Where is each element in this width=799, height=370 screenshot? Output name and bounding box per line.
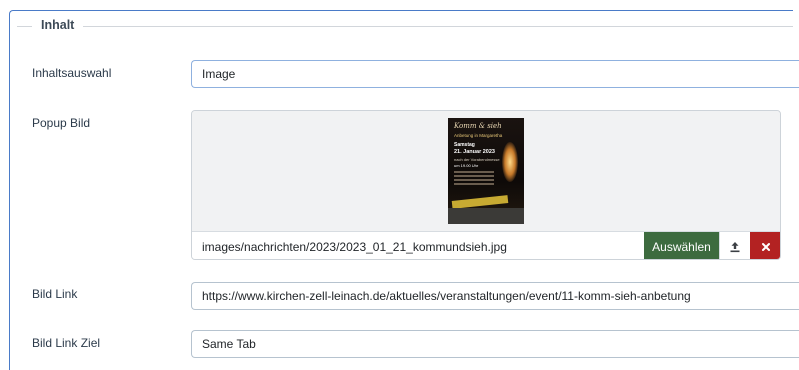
image-preview: Komm & sieh Anbetung in Margaretha Samst… — [448, 118, 524, 224]
image-path-input[interactable]: images/nachrichten/2023/2023_01_21_kommu… — [202, 240, 507, 254]
image-link-target-select[interactable]: Same Tab — [191, 330, 799, 358]
popup-image-field: Komm & sieh Anbetung in Margaretha Samst… — [191, 110, 781, 260]
clear-image-button[interactable] — [750, 232, 780, 259]
upload-button[interactable] — [719, 232, 750, 259]
popup-image-label: Popup Bild — [32, 116, 91, 130]
poster-time: um 19.00 Uhr — [454, 163, 479, 168]
poster-day: Samstag — [454, 142, 475, 148]
content-selection-label: Inhaltsauswahl — [32, 66, 112, 80]
image-link-target-label: Bild Link Ziel — [32, 336, 101, 350]
image-link-input[interactable]: https://www.kirchen-zell-leinach.de/aktu… — [191, 282, 799, 310]
content-selection-select[interactable]: Image — [191, 60, 799, 88]
poster-band — [451, 195, 509, 209]
poster-title: Komm & sieh — [454, 122, 502, 130]
image-link-target-value: Same Tab — [202, 337, 256, 351]
poster-place: nach der Vorabendmesse — [454, 157, 500, 162]
image-preview-area: Komm & sieh Anbetung in Margaretha Samst… — [192, 111, 780, 231]
poster-text-lines — [454, 171, 494, 187]
fieldset-divider — [17, 26, 793, 27]
candle-glow — [502, 142, 518, 182]
image-link-label: Bild Link — [32, 287, 78, 301]
poster-footer — [448, 208, 524, 224]
select-image-button[interactable]: Auswählen — [644, 232, 719, 259]
poster-subtitle: Anbetung in Margaretha — [454, 133, 503, 138]
content-selection-value: Image — [202, 67, 236, 81]
upload-icon — [730, 241, 740, 252]
image-link-value: https://www.kirchen-zell-leinach.de/aktu… — [202, 289, 691, 303]
fieldset-legend: Inhalt — [32, 18, 84, 32]
image-path-row: images/nachrichten/2023/2023_01_21_kommu… — [192, 231, 780, 259]
poster-date: 21. Januar 2023 — [454, 149, 495, 155]
close-icon — [761, 242, 770, 251]
